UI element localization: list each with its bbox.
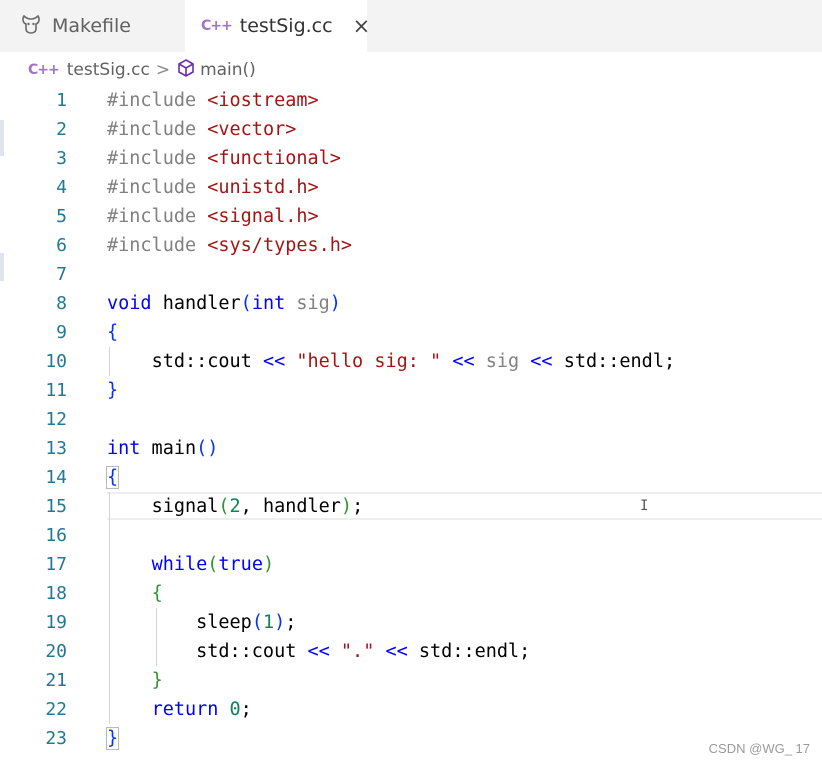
tab-testsig-label: testSig.cc bbox=[239, 15, 333, 37]
code-line: 9 { bbox=[0, 318, 822, 347]
code-line: 1 #include <iostream> bbox=[0, 86, 822, 115]
code-line: 4 #include <unistd.h> bbox=[0, 173, 822, 202]
line-number: 16 bbox=[45, 525, 67, 546]
tab-makefile-label: Makefile bbox=[52, 15, 131, 37]
code-line: 19 sleep(1); bbox=[0, 608, 822, 637]
code-line: 11 } bbox=[0, 376, 822, 405]
line-number: 7 bbox=[56, 264, 67, 285]
line-number: 21 bbox=[45, 670, 67, 691]
line-number: 4 bbox=[56, 177, 67, 198]
line-number: 11 bbox=[45, 380, 67, 401]
code-line: 21 } bbox=[0, 666, 822, 695]
code-line: 8 void handler(int sig) bbox=[0, 289, 822, 318]
line-number: 14 bbox=[45, 467, 67, 488]
line-number: 2 bbox=[56, 119, 67, 140]
code-line: 12 bbox=[0, 405, 822, 434]
line-number: 13 bbox=[45, 438, 67, 459]
breadcrumb-file[interactable]: testSig.cc bbox=[67, 60, 150, 80]
mouse-ibeam-cursor: I bbox=[640, 498, 649, 514]
line-number: 5 bbox=[56, 206, 67, 227]
line-number: 3 bbox=[56, 148, 67, 169]
code-line: 20 std::cout << "." << std::endl; bbox=[0, 637, 822, 666]
code-line: 5 #include <signal.h> bbox=[0, 202, 822, 231]
line-number: 1 bbox=[56, 90, 67, 111]
line-number: 6 bbox=[56, 235, 67, 256]
breadcrumb-separator: > bbox=[155, 60, 171, 80]
line-number: 20 bbox=[45, 641, 67, 662]
editor-tab-bar: Makefile C++ testSig.cc × bbox=[0, 0, 822, 52]
line-number: 17 bbox=[45, 554, 67, 575]
code-line-current: 15 signal(2, handler); I bbox=[0, 492, 822, 521]
breadcrumb: C++ testSig.cc > main() bbox=[28, 57, 256, 83]
code-line: 23 } bbox=[0, 724, 822, 753]
line-number: 22 bbox=[45, 699, 67, 720]
tab-testsig-cc[interactable]: C++ testSig.cc × bbox=[185, 0, 370, 52]
line-number: 19 bbox=[45, 612, 67, 633]
code-line: 18 { bbox=[0, 579, 822, 608]
gnu-makefile-icon bbox=[20, 13, 42, 39]
code-editor[interactable]: 1 #include <iostream> 2 #include <vector… bbox=[0, 86, 822, 753]
code-line: 22 return 0; bbox=[0, 695, 822, 724]
cpp-file-icon: C++ bbox=[28, 62, 60, 78]
cpp-file-icon: C++ bbox=[201, 18, 233, 34]
tab-makefile[interactable]: Makefile bbox=[0, 0, 185, 52]
line-number: 12 bbox=[45, 409, 67, 430]
code-line: 17 while(true) bbox=[0, 550, 822, 579]
line-number: 18 bbox=[45, 583, 67, 604]
code-line: 14 { bbox=[0, 463, 822, 492]
code-line: 16 bbox=[0, 521, 822, 550]
code-line: 13 int main() bbox=[0, 434, 822, 463]
code-line: 7 bbox=[0, 260, 822, 289]
code-line: 10 std::cout << "hello sig: " << sig << … bbox=[0, 347, 822, 376]
code-line: 3 #include <functional> bbox=[0, 144, 822, 173]
line-number: 15 bbox=[45, 496, 67, 517]
line-number: 10 bbox=[45, 351, 67, 372]
code-line: 6 #include <sys/types.h> bbox=[0, 231, 822, 260]
watermark: CSDN @WG_ 17 bbox=[708, 741, 810, 756]
close-icon[interactable]: × bbox=[353, 14, 371, 38]
cube-symbol-icon bbox=[176, 58, 196, 82]
code-line: 2 #include <vector> bbox=[0, 115, 822, 144]
line-number: 23 bbox=[45, 728, 67, 749]
line-number: 9 bbox=[56, 322, 67, 343]
line-number: 8 bbox=[56, 293, 67, 314]
breadcrumb-symbol[interactable]: main() bbox=[200, 60, 256, 80]
indent-guide bbox=[109, 521, 110, 550]
